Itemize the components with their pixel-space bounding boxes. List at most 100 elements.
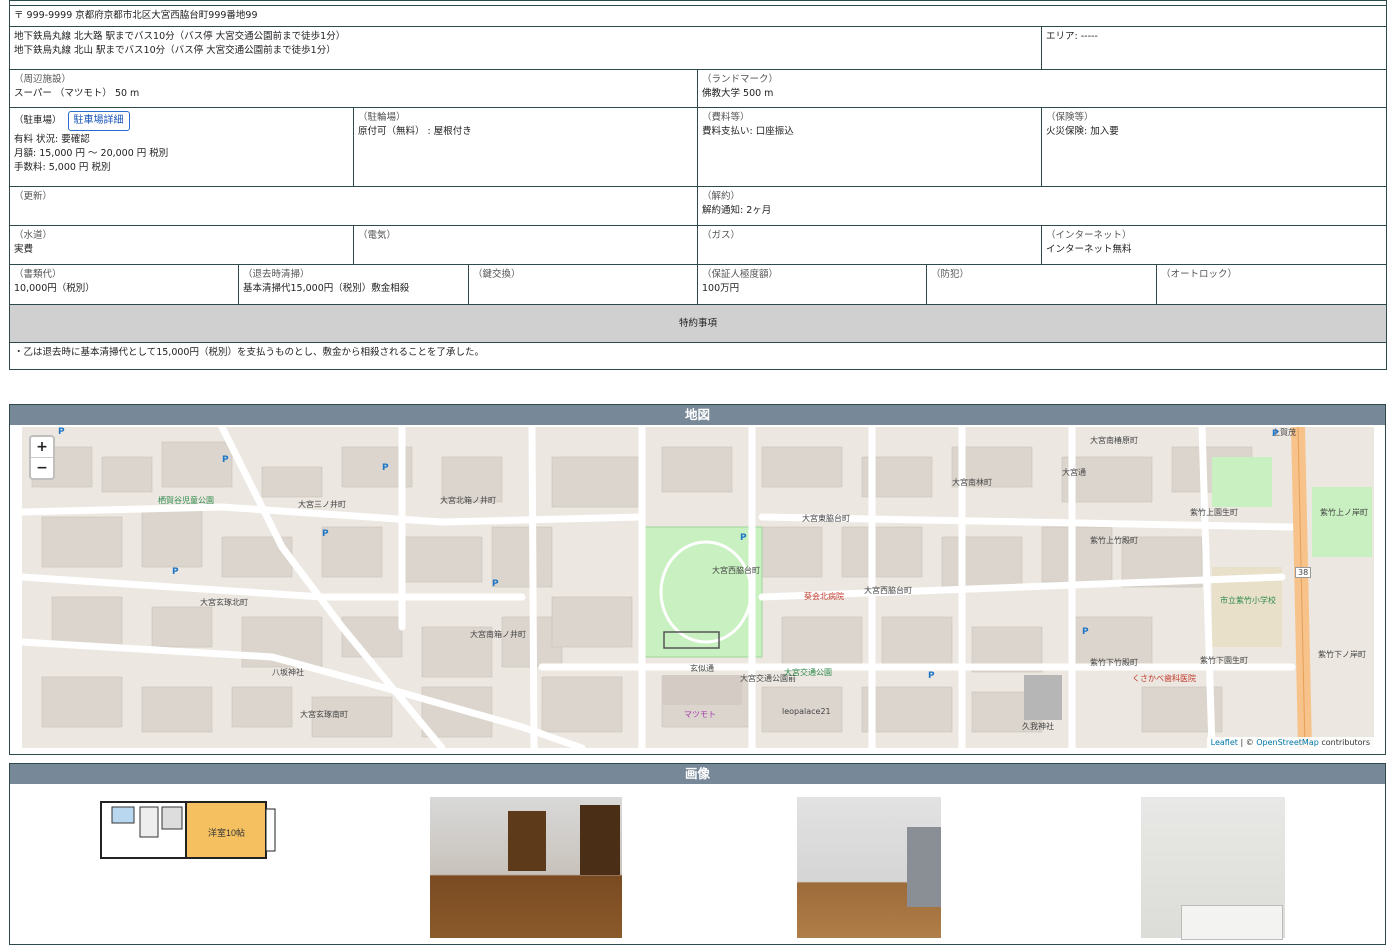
closet (580, 805, 620, 875)
map-label: 葵会北病院 (804, 592, 844, 601)
autolock-label: （オートロック） (1161, 269, 1238, 280)
map-label: 大宮西脇台町 (712, 566, 760, 575)
parking-marker-icon: P (382, 463, 389, 473)
gas-label: （ガス） (702, 230, 741, 241)
map-label: 大宮玄琢北町 (200, 598, 248, 607)
renewal-cell: （更新） (9, 186, 698, 226)
landmark: （ランドマーク） 佛教大学 500 m (697, 69, 1387, 108)
parking-marker-icon: P (58, 427, 65, 437)
internet-cell: （インターネット） インターネット無料 (1041, 225, 1387, 265)
cancel-value: 解約通知: 2ヶ月 (702, 205, 772, 216)
key-label: （鍵交換） (473, 269, 521, 280)
parking-marker-icon: P (172, 567, 179, 577)
map-label: 大宮西脇台町 (864, 586, 912, 595)
map-label: 紫竹下園生町 (1200, 656, 1248, 665)
room-photo-2[interactable] (797, 797, 941, 938)
cleaning-cell: （退去時清掃） 基本清掃代15,000円（税別）敷金相殺 (238, 264, 469, 305)
map-canvas[interactable]: + − 大宮南椿原町 大宮南林町 大宮東脇台町 大宮西脇台町 大宮西脇台町 紫竹… (22, 427, 1374, 748)
key-cell: （鍵交換） (468, 264, 698, 305)
map-label: 八坂神社 (272, 668, 304, 677)
zoom-out-button[interactable]: − (31, 457, 53, 478)
parking-detail-button[interactable]: 駐車場詳細 (67, 111, 130, 131)
map-label: くさかべ歯科医院 (1132, 674, 1196, 683)
guarantor-cell: （保証人極度額） 100万円 (697, 264, 927, 305)
map-label: 大宮交通公園 (784, 668, 832, 677)
electric-cell: （電気） (353, 225, 698, 265)
internet-label: （インターネット） (1046, 230, 1132, 241)
attribution-separator: | © (1237, 738, 1257, 747)
parking-marker-icon: P (740, 533, 747, 543)
leaflet-link[interactable]: Leaflet (1211, 738, 1238, 747)
parking-label: （駐車場） (14, 115, 62, 126)
access-line-1: 地下鉄烏丸線 北大路 駅までバス10分（バス停 大宮交通公園前まで徒歩1分） (14, 31, 346, 42)
parking-line-1: 有料 状況: 要確認 (14, 134, 90, 145)
insurance-value: 火災保険: 加入要 (1046, 126, 1119, 137)
parking-marker-icon: P (928, 671, 935, 681)
map-label: 久我神社 (1022, 722, 1054, 731)
access-line-2: 地下鉄烏丸線 北山 駅までバス10分（バス停 大宮交通公園前まで徒歩1分） (14, 45, 336, 56)
fees-label: （費料等） (702, 112, 750, 123)
zoom-in-button[interactable]: + (31, 437, 53, 457)
bathtub (1181, 905, 1283, 940)
map-label: 玄似通 (690, 664, 714, 673)
special-terms-title: 特約事項 (9, 304, 1387, 343)
bike-cell: （駐輪場） 原付可（無料） : 屋根付き (353, 107, 698, 187)
nearby-facilities: （周辺施設） スーパー （マツモト） 50 m (9, 69, 698, 108)
parking-marker-icon: P (222, 455, 229, 465)
docs-label: （書類代） (14, 269, 62, 280)
cleaning-value: 基本清掃代15,000円（税別）敷金相殺 (243, 283, 410, 294)
map-tiles (22, 427, 1374, 748)
cancel-label: （解約） (702, 191, 741, 202)
security-cell: （防犯） (926, 264, 1157, 305)
map-label: 大宮南箱ノ井町 (470, 630, 526, 639)
map-title: 地図 (10, 405, 1385, 425)
room-photo-1[interactable] (430, 797, 622, 938)
landmark-label: （ランドマーク） (702, 74, 779, 85)
gas-cell: （ガス） (697, 225, 1042, 265)
property-info-table: 〒 999-9999 京都府京都市北区大宮西脇台町999番地99 地下鉄烏丸線 … (9, 0, 1387, 370)
insurance-label: （保険等） (1046, 112, 1094, 123)
floorplan-image[interactable]: 洋室10帖 (100, 799, 277, 861)
special-terms-text: ・乙は退去時に基本清掃代として15,000円（税別）を支払うものとし、敷金から相… (9, 342, 1387, 370)
docs-cell: （書類代） 10,000円（税別） (9, 264, 239, 305)
map-label: 大宮東脇台町 (802, 514, 850, 523)
zoom-control: + − (29, 435, 55, 480)
map-label: 紫竹下竹殿町 (1090, 658, 1138, 667)
property-details: 〒 999-9999 京都府京都市北区大宮西脇台町999番地99 地下鉄烏丸線 … (9, 0, 1387, 370)
access-info: 地下鉄烏丸線 北大路 駅までバス10分（バス停 大宮交通公園前まで徒歩1分） 地… (9, 26, 1042, 70)
cancel-cell: （解約） 解約通知: 2ヶ月 (697, 186, 1387, 226)
security-label: （防犯） (931, 269, 970, 280)
osm-link[interactable]: OpenStreetMap (1256, 738, 1319, 747)
map-label: 紫竹上ノ岸町 (1320, 508, 1368, 517)
floorplan-room-label: 洋室10帖 (208, 827, 245, 838)
door (508, 811, 546, 871)
map-panel: 地図 + − 大宮南椿原町 大宮南林町 大宮東脇台町 大宮西脇台町 大宮西脇台町… (9, 404, 1386, 755)
image-panel: 画像 洋室10帖 (9, 763, 1386, 945)
map-attribution: Leaflet | © OpenStreetMap contributors (1206, 737, 1374, 748)
renewal-label: （更新） (14, 191, 53, 202)
autolock-cell: （オートロック） (1156, 264, 1387, 305)
internet-value: インターネット無料 (1046, 244, 1132, 255)
docs-value: 10,000円（税別） (14, 283, 95, 294)
bike-label: （駐輪場） (358, 112, 406, 123)
map-label: 市立紫竹小学校 (1220, 596, 1276, 605)
cleaning-label: （退去時清掃） (243, 269, 310, 280)
map-label: 大宮南椿原町 (1090, 436, 1138, 445)
area: エリア: ----- (1041, 26, 1387, 70)
kitchen (907, 827, 941, 907)
nearby-label: （周辺施設） (14, 74, 72, 85)
bike-value: 原付可（無料） : 屋根付き (358, 126, 472, 137)
map-label: 紫竹上園生町 (1190, 508, 1238, 517)
parking-marker-icon: P (492, 579, 499, 589)
map-label: 38 (1295, 567, 1312, 578)
parking-marker-icon: P (1082, 627, 1089, 637)
map-label: 大宮通 (1062, 468, 1086, 477)
image-title: 画像 (10, 764, 1385, 784)
fees-value: 費料支払い: 口座振込 (702, 126, 794, 137)
map-label: 紫竹下ノ岸町 (1318, 650, 1366, 659)
room-photo-3[interactable] (1141, 797, 1285, 940)
electric-label: （電気） (358, 230, 397, 241)
landmark-value: 佛教大学 500 m (702, 88, 774, 99)
guarantor-label: （保証人極度額） (702, 269, 779, 280)
map-label: 栖賀谷児童公園 (158, 496, 214, 505)
